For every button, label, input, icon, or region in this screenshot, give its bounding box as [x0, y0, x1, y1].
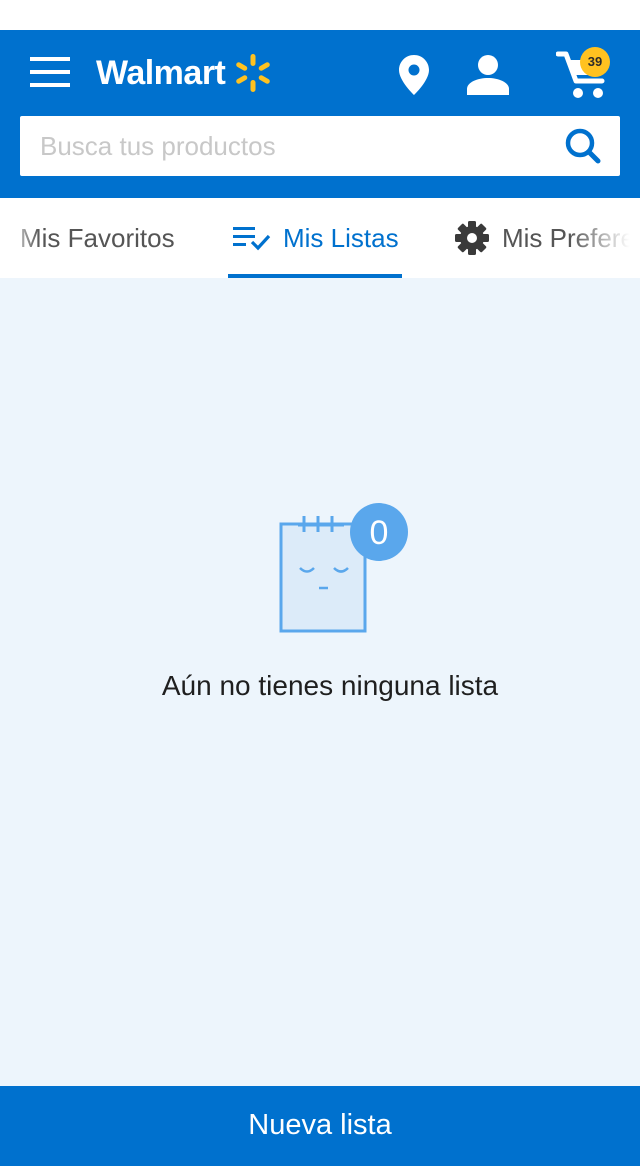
- tab-scroll-fade-left: [0, 198, 40, 278]
- new-list-button[interactable]: Nueva lista: [0, 1086, 640, 1166]
- walmart-logo[interactable]: Walmart: [96, 52, 273, 94]
- brand-name: Walmart: [96, 54, 226, 92]
- search-input[interactable]: [20, 116, 550, 176]
- account-icon[interactable]: [466, 54, 510, 96]
- menu-icon[interactable]: [30, 56, 70, 88]
- empty-state-message: Aún no tienes ninguna lista: [161, 670, 499, 701]
- tab-lists-label: Mis Listas: [283, 222, 399, 253]
- walmart-spark-icon: [236, 54, 271, 92]
- location-pin-icon[interactable]: [398, 54, 430, 96]
- gear-icon: [455, 221, 489, 255]
- search-icon[interactable]: [560, 126, 604, 166]
- list-check-icon: [233, 227, 271, 251]
- tab-bar: Mis Favoritos Mis Listas Mis Preferencia…: [0, 198, 640, 278]
- tab-favorites-label: Mis Favoritos: [20, 222, 175, 253]
- tab-favorites[interactable]: Mis Favoritos: [20, 198, 175, 278]
- tab-scroll-fade-right: [570, 198, 640, 278]
- list-count-badge: 0: [370, 514, 389, 552]
- tab-lists[interactable]: Mis Listas: [228, 198, 402, 278]
- search-bar: [20, 116, 620, 176]
- notepad-sleepy-icon: 0: [279, 503, 408, 633]
- lists-content-area: 0 Aún no tienes ninguna lista: [0, 278, 640, 1086]
- cart-count-badge: 39: [580, 47, 610, 77]
